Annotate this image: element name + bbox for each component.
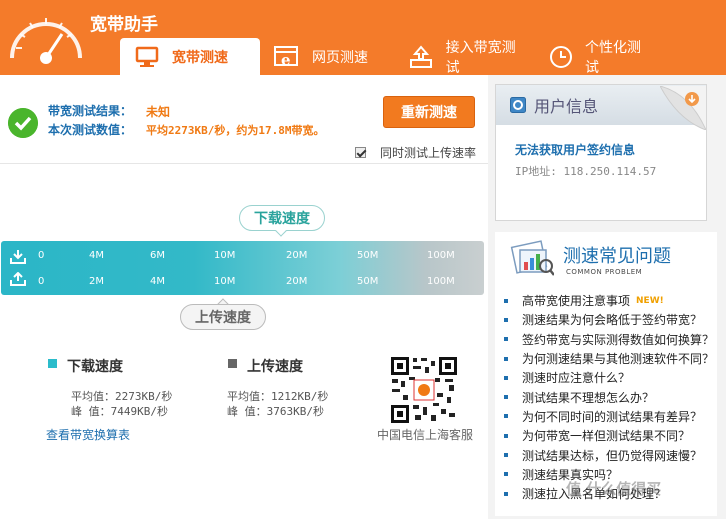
retest-button[interactable]: 重新测速 — [383, 96, 475, 128]
user-ip-address: IP地址: 118.250.114.57 — [515, 165, 657, 178]
faq-item-label: 测速结果为何会略低于签约带宽？ — [522, 313, 703, 328]
bullet-icon — [504, 375, 508, 380]
svg-text:e: e — [281, 51, 291, 69]
faq-item[interactable]: 为何不同时间的测试结果有差异？ — [504, 407, 714, 426]
tab-label: 接入带宽测试 — [445, 39, 516, 76]
download-tick: 0 — [38, 250, 45, 261]
faq-item-label: 为何不同时间的测试结果有差异？ — [522, 409, 703, 424]
download-legend-swatch — [48, 359, 57, 368]
divider — [0, 163, 488, 164]
qr-caption: 中国电信上海客服 — [377, 428, 474, 442]
app-title: 宽带助手 — [90, 15, 158, 35]
upload-tick: 4M — [150, 276, 165, 287]
download-average: 平均值：2273KB/秒 — [71, 390, 173, 403]
tab-web-speed[interactable]: e 网页测速 — [260, 38, 395, 75]
download-stat-title: 下载速度 — [67, 359, 123, 375]
faq-subtitle: COMMON PROBLEM — [566, 268, 643, 276]
upload-tick: 2M — [89, 276, 104, 287]
upload-tick: 100M — [427, 276, 455, 287]
download-tick: 6M — [150, 250, 165, 261]
faq-list: 高带宽使用注意事项 NEW! 测速结果为何会略低于签约带宽？ 签约带宽与实际测得数… — [504, 291, 714, 503]
upload-stat-title: 上传速度 — [247, 359, 303, 375]
bullet-icon — [504, 395, 508, 400]
current-value-label: 本次测试数值： — [48, 123, 133, 137]
monitor-icon — [134, 45, 160, 69]
download-tick: 20M — [286, 250, 308, 261]
upload-speed-bubble: 上传速度 — [180, 304, 266, 330]
download-tick: 4M — [89, 250, 104, 261]
tab-label: 网页测速 — [312, 49, 368, 66]
bullet-icon — [504, 433, 508, 438]
faq-item[interactable]: 为何测速结果与其他测速软件不同？ — [504, 349, 714, 368]
faq-item[interactable]: 签约带宽与实际测得数值如何换算？ — [504, 330, 714, 349]
faq-item-label: 签约带宽与实际测得数值如何换算？ — [522, 332, 715, 347]
bandwidth-conversion-link[interactable]: 查看带宽换算表 — [46, 426, 130, 443]
bullet-icon — [504, 453, 508, 458]
faq-item[interactable]: 测试结果不理想怎么办？ — [504, 387, 714, 406]
download-tick: 50M — [357, 250, 379, 261]
bullet-icon — [504, 317, 508, 322]
bullet-icon — [504, 491, 508, 496]
faq-item-label: 测速时应注意什么？ — [522, 371, 631, 386]
faq-item[interactable]: 高带宽使用注意事项 NEW! — [504, 291, 714, 310]
bandwidth-result-value: 未知 — [146, 105, 171, 119]
tab-custom-test[interactable]: 个性化测试 — [535, 38, 655, 76]
faq-item-label: 为何测速结果与其他测速软件不同？ — [522, 352, 715, 367]
browser-icon: e — [274, 45, 300, 69]
user-contract-info: 无法获取用户签约信息 — [515, 143, 636, 157]
faq-item-label: 为何带宽一样但测试结果不同？ — [522, 429, 691, 444]
success-check-icon — [8, 108, 38, 138]
faq-item-label: 测试结果达标，但仍觉得网速慢？ — [522, 448, 703, 463]
faq-item-label: 测试结果不理想怎么办？ — [522, 390, 655, 405]
watermark: 值 什么值得买 — [566, 480, 662, 498]
upload-tick: 10M — [214, 276, 236, 287]
upload-tick: 0 — [38, 276, 45, 287]
faq-item-label: 高带宽使用注意事项 — [522, 294, 631, 309]
new-badge: NEW! — [636, 295, 664, 306]
clock-icon — [549, 45, 573, 69]
user-info-icon — [510, 97, 526, 113]
upload-test-option[interactable]: 同时测试上传速率 — [355, 144, 476, 161]
faq-item[interactable]: 测试结果达标，但仍觉得网速慢？ — [504, 445, 714, 464]
speed-gauge-bar: 0 4M 6M 10M 20M 50M 100M 0 2M 4M 10M 20M… — [1, 241, 484, 295]
tab-label: 个性化测试 — [585, 39, 641, 76]
qr-code-icon — [389, 355, 459, 425]
bullet-icon — [504, 356, 508, 361]
download-tick: 10M — [214, 250, 236, 261]
speedometer-logo-icon — [10, 18, 82, 64]
main-tabs: 宽带测速 e 网页测速 接入带宽测试 个性化测试 — [120, 38, 655, 76]
upload-tick: 20M — [286, 276, 308, 287]
download-peak: 峰 值：7449KB/秒 — [71, 405, 168, 418]
page-curl-icon — [660, 86, 706, 130]
bullet-icon — [504, 414, 508, 419]
bullet-icon — [504, 472, 508, 477]
tab-access-bandwidth[interactable]: 接入带宽测试 — [395, 38, 535, 76]
faq-item[interactable]: 测速时应注意什么？ — [504, 368, 714, 387]
download-icon — [10, 250, 26, 264]
tab-label: 宽带测速 — [172, 49, 228, 66]
faq-item[interactable]: 为何带宽一样但测试结果不同？ — [504, 426, 714, 445]
download-tick: 100M — [427, 250, 455, 261]
upload-test-checkbox-label: 同时测试上传速率 — [380, 146, 477, 160]
upload-peak: 峰 值：3763KB/秒 — [227, 405, 324, 418]
upload-tray-icon — [409, 44, 434, 69]
test-result-panel: 带宽测试结果： 未知 本次测试数值： 平均2273KB/秒，约为17.8M带宽。… — [0, 88, 488, 162]
upload-test-checkbox[interactable] — [355, 147, 366, 158]
upload-tick: 50M — [357, 276, 379, 287]
tab-broadband-speed[interactable]: 宽带测速 — [120, 38, 260, 75]
upload-average: 平均值：1212KB/秒 — [227, 390, 329, 403]
user-info-title: 用户信息 — [534, 97, 599, 116]
bullet-icon — [504, 298, 508, 303]
upload-icon — [10, 272, 26, 286]
faq-chart-icon — [510, 240, 554, 276]
bullet-icon — [504, 337, 508, 342]
app-header: 宽带助手 宽带测速 e 网页测速 接入带宽测试 个性化测试 — [0, 0, 726, 76]
bandwidth-result-label: 带宽测试结果： — [48, 104, 133, 118]
faq-item[interactable]: 测速结果为何会略低于签约带宽？ — [504, 310, 714, 329]
current-value: 平均2273KB/秒，约为17.8M带宽。 — [146, 124, 325, 137]
upload-legend-swatch — [228, 359, 237, 368]
faq-title: 测速常见问题 — [563, 246, 671, 267]
